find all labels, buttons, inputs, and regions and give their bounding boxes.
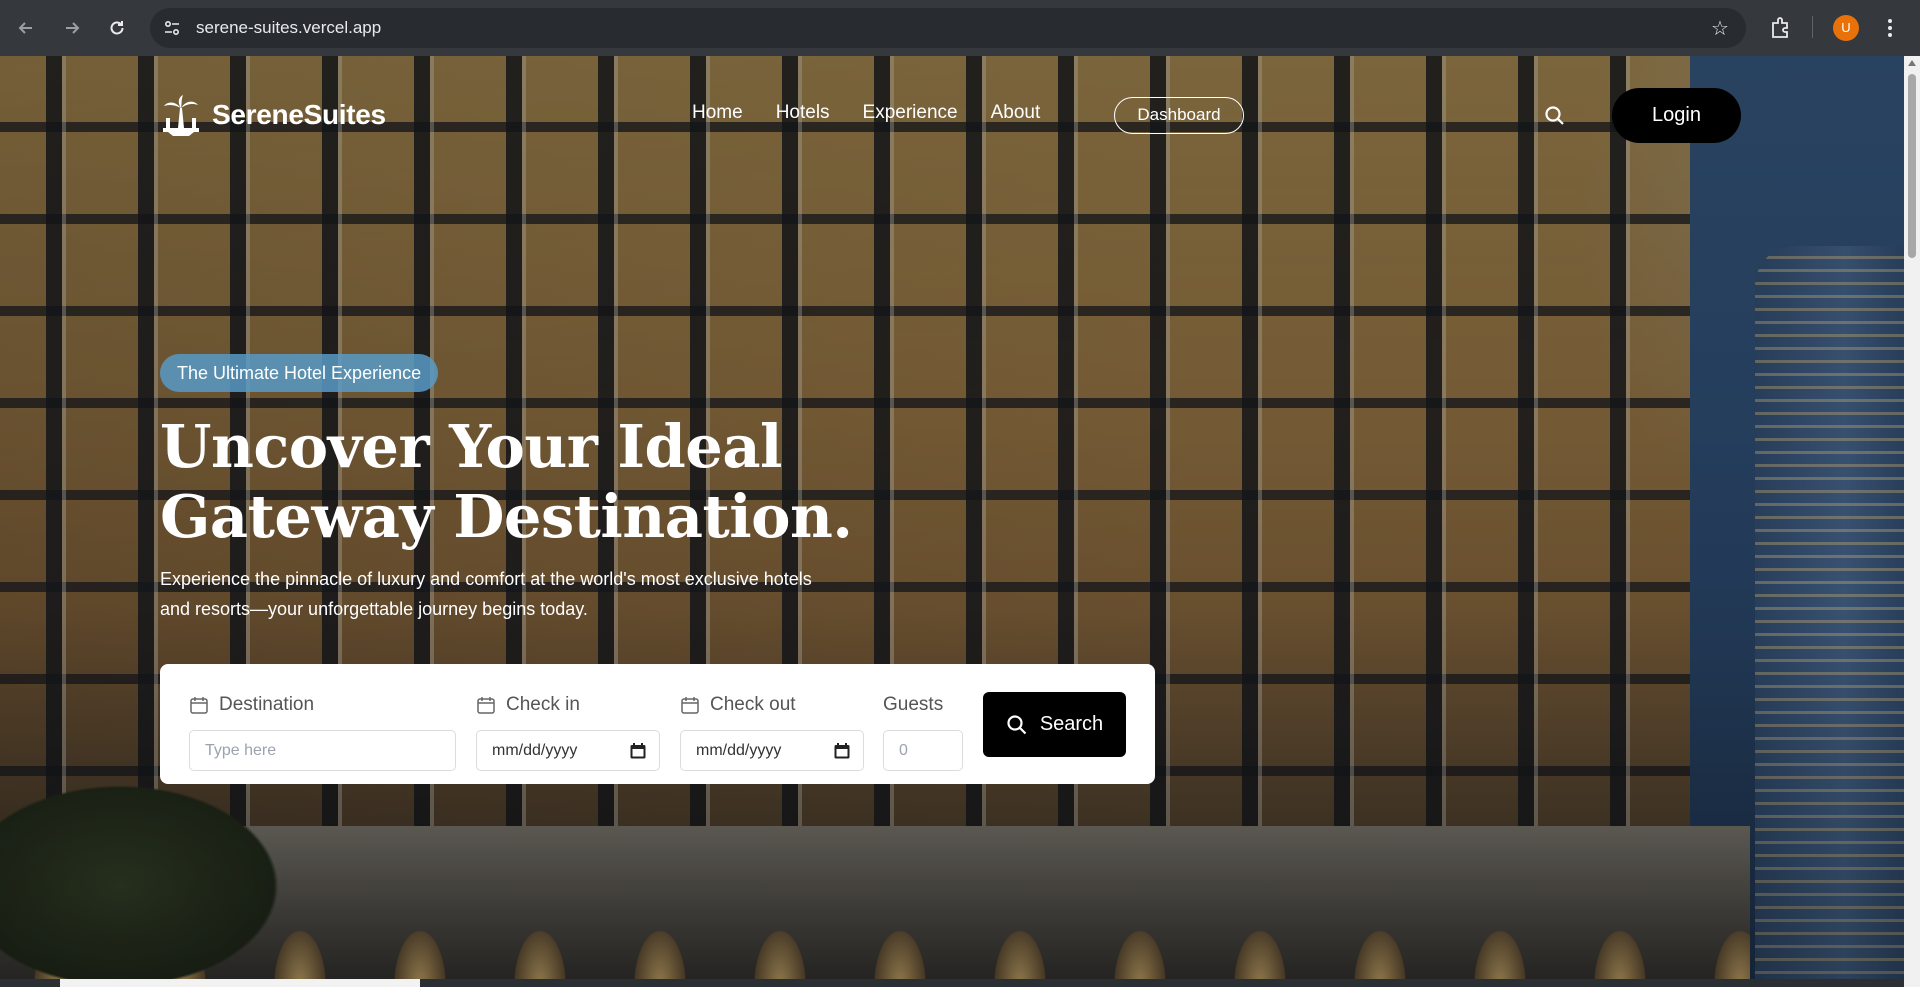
browser-toolbar: serene-suites.vercel.app ☆ U (0, 0, 1920, 56)
checkout-label-text: Check out (710, 694, 796, 715)
site-logo[interactable]: SereneSuites (160, 94, 386, 136)
checkin-label-text: Check in (506, 694, 580, 715)
hero-headline: Uncover Your Ideal Gateway Destination. (160, 412, 980, 552)
palm-logo-icon (163, 95, 199, 136)
address-bar[interactable]: serene-suites.vercel.app ☆ (150, 8, 1746, 48)
nav-link-about[interactable]: About (991, 102, 1041, 124)
page-viewport: SereneSuites Home Hotels Experience Abou… (0, 56, 1904, 979)
login-button[interactable]: Login (1612, 88, 1741, 143)
checkin-date-input[interactable]: mm/dd/yyyy (476, 730, 660, 771)
guests-input[interactable]: 0 (883, 730, 963, 771)
menu-kebab-icon[interactable] (1882, 14, 1898, 42)
brand-name: SereneSuites (212, 99, 386, 130)
main-nav: Home Hotels Experience About (692, 102, 1073, 124)
page-scrollbar[interactable] (1904, 56, 1920, 987)
search-button-label: Search (1039, 713, 1104, 735)
extensions-icon[interactable] (1769, 14, 1793, 42)
search-icon[interactable] (1543, 104, 1567, 128)
reload-icon[interactable] (101, 12, 133, 44)
calendar-icon (681, 697, 699, 714)
guests-label: Guests (883, 694, 943, 716)
nav-link-hotels[interactable]: Hotels (776, 102, 830, 124)
scroll-up-arrow-icon[interactable] (1908, 60, 1916, 66)
search-icon (1007, 714, 1027, 734)
bookmark-star-icon[interactable]: ☆ (1708, 16, 1732, 40)
guests-label-text: Guests (883, 694, 944, 715)
url-text: serene-suites.vercel.app (196, 18, 382, 37)
destination-input[interactable]: Type here (189, 730, 456, 771)
scrollbar-thumb[interactable] (1908, 74, 1916, 258)
calendar-icon[interactable] (833, 742, 851, 760)
checkout-date-value: mm/dd/yyyy (696, 742, 782, 759)
forward-icon[interactable] (56, 12, 88, 44)
checkout-label: Check out (680, 694, 796, 716)
bottom-popup-edge (60, 979, 420, 987)
booking-search-card: Destination Type here Check in mm/dd/yyy… (160, 664, 1155, 784)
calendar-icon[interactable] (629, 742, 647, 760)
profile-avatar[interactable]: U (1833, 15, 1859, 41)
hero-subtext: Experience the pinnacle of luxury and co… (160, 569, 812, 619)
nav-link-experience[interactable]: Experience (863, 102, 958, 124)
destination-label: Destination (189, 694, 314, 716)
search-button[interactable]: Search (983, 692, 1126, 757)
calendar-icon (477, 697, 495, 714)
checkout-date-input[interactable]: mm/dd/yyyy (680, 730, 864, 771)
headline-line-1: Uncover Your Ideal (160, 412, 782, 481)
site-info-icon[interactable] (160, 16, 184, 40)
back-icon[interactable] (10, 12, 42, 44)
destination-label-text: Destination (219, 694, 315, 715)
hero-badge: The Ultimate Hotel Experience (160, 354, 439, 392)
nav-link-home[interactable]: Home (692, 102, 743, 124)
checkin-label: Check in (476, 694, 580, 716)
calendar-icon (190, 697, 208, 714)
headline-line-2: Gateway Destination. (160, 482, 853, 551)
checkin-date-value: mm/dd/yyyy (492, 742, 578, 759)
toolbar-divider (1812, 16, 1813, 38)
dashboard-button[interactable]: Dashboard (1114, 97, 1244, 134)
